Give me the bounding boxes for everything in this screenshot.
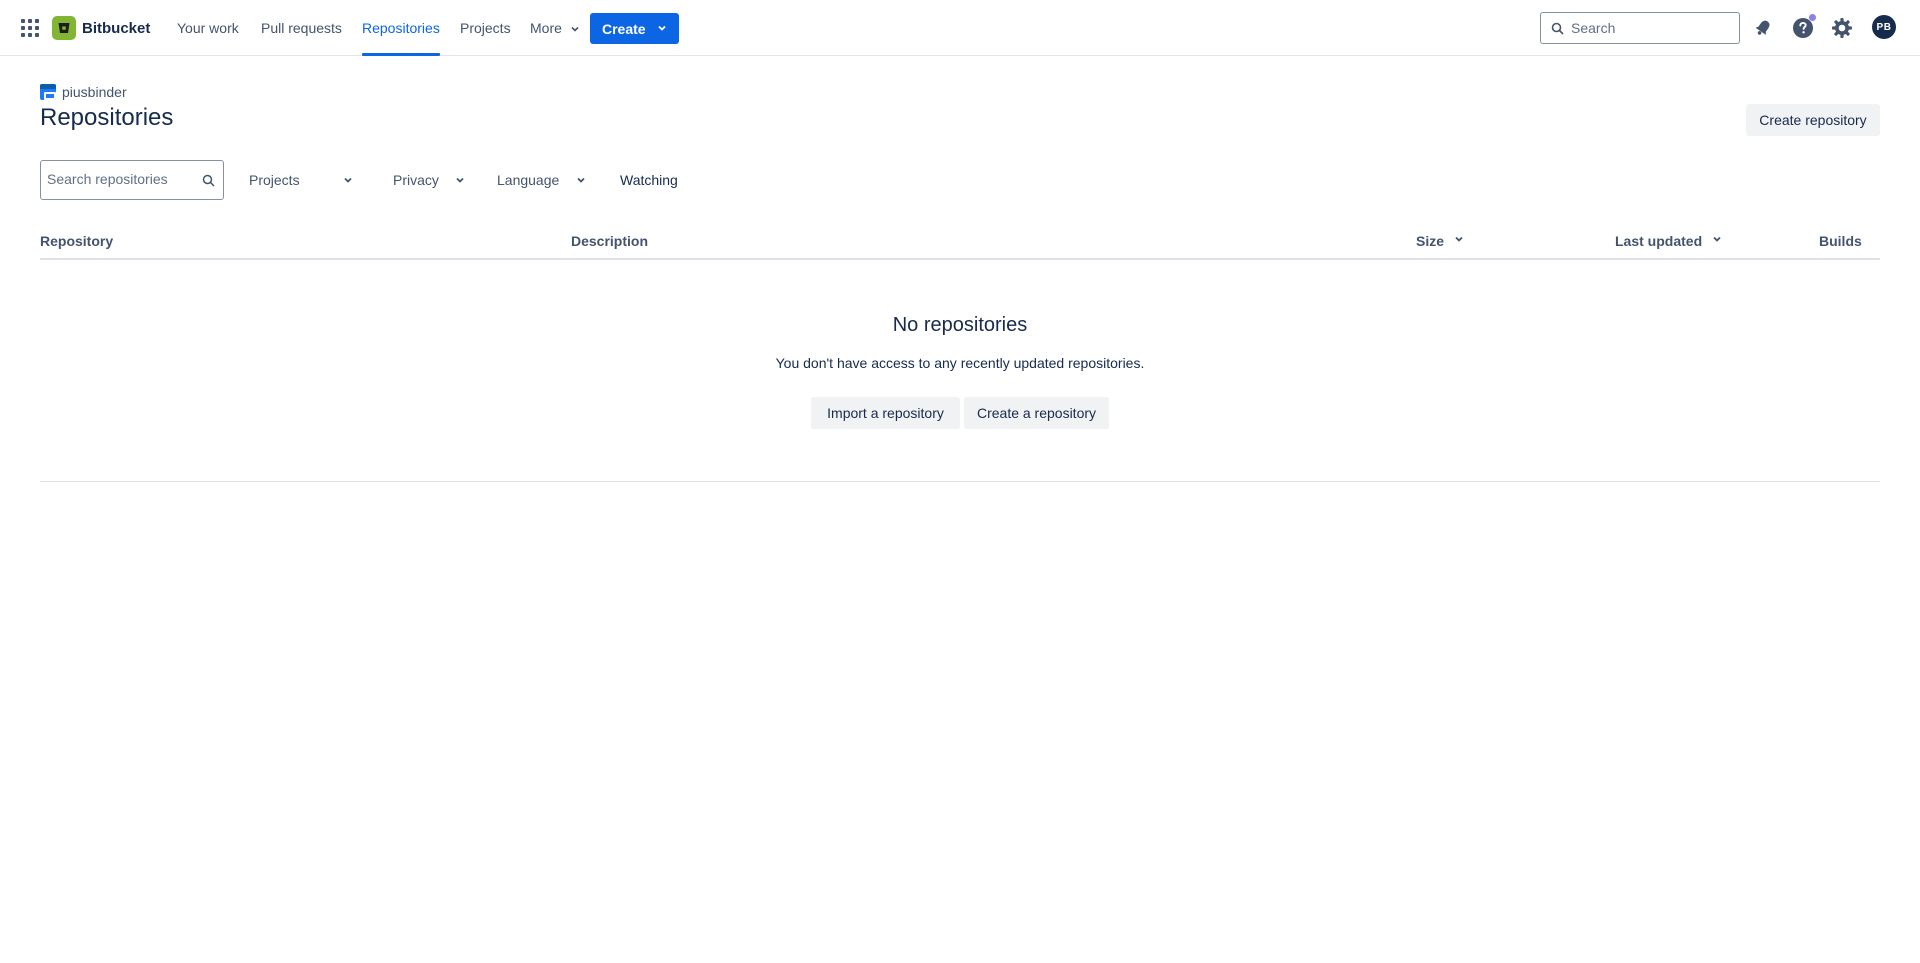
search-icon — [202, 174, 215, 187]
create-button[interactable]: Create — [590, 13, 679, 44]
import-repository-button[interactable]: Import a repository — [811, 397, 960, 429]
nav-repositories[interactable]: Repositories — [362, 0, 440, 56]
chevron-down-icon — [456, 177, 464, 183]
create-button-label: Create — [602, 20, 646, 37]
column-header-repository: Repository — [40, 233, 114, 249]
help-icon[interactable] — [1791, 14, 1816, 40]
repository-search-input[interactable] — [47, 171, 197, 187]
page-title: Repositories — [40, 104, 174, 131]
workspace-icon — [40, 84, 56, 100]
app-switcher-icon[interactable] — [18, 16, 42, 40]
nav-more-label: More — [530, 20, 562, 36]
column-header-size[interactable]: Size — [1416, 233, 1464, 251]
privacy-filter-label: Privacy — [393, 172, 439, 188]
watching-filter-toggle[interactable]: Watching — [620, 160, 678, 200]
projects-filter-label: Projects — [249, 172, 300, 188]
chevron-down-icon — [1455, 236, 1463, 242]
create-repository-button[interactable]: Create repository — [1746, 104, 1880, 136]
notifications-icon[interactable] — [1751, 16, 1775, 40]
workspace-breadcrumb[interactable]: piusbinder — [40, 84, 127, 100]
workspace-name: piusbinder — [62, 84, 127, 100]
nav-pull-requests[interactable]: Pull requests — [261, 0, 342, 56]
privacy-filter-dropdown[interactable]: Privacy — [393, 160, 468, 200]
nav-more[interactable]: More — [530, 0, 580, 56]
top-navigation: Bitbucket Your work Pull requests Reposi… — [0, 0, 1920, 56]
nav-projects[interactable]: Projects — [460, 0, 511, 56]
chevron-down-icon — [577, 177, 585, 183]
global-search-input[interactable] — [1571, 20, 1731, 36]
language-filter-dropdown[interactable]: Language — [497, 160, 589, 200]
create-a-repository-button[interactable]: Create a repository — [964, 397, 1109, 429]
settings-gear-icon[interactable] — [1830, 16, 1854, 40]
column-header-last-updated-label: Last updated — [1615, 233, 1703, 249]
chevron-down-icon — [571, 27, 579, 32]
chevron-down-icon — [344, 177, 352, 183]
user-avatar[interactable]: PB — [1872, 15, 1896, 39]
repository-search[interactable] — [40, 160, 224, 200]
notification-dot — [1809, 14, 1816, 21]
language-filter-label: Language — [497, 172, 560, 188]
brand-name: Bitbucket — [82, 19, 151, 37]
table-header-divider — [40, 258, 1880, 260]
column-header-description: Description — [571, 233, 649, 249]
bitbucket-logo[interactable]: Bitbucket — [52, 16, 150, 40]
column-header-builds: Builds — [1819, 233, 1862, 249]
global-search[interactable] — [1540, 12, 1740, 44]
projects-filter-dropdown[interactable]: Projects — [249, 160, 359, 200]
search-icon — [1551, 22, 1564, 35]
table-bottom-divider — [40, 481, 1880, 482]
empty-state-message: You don't have access to any recently up… — [775, 355, 1145, 371]
nav-your-work[interactable]: Your work — [177, 0, 239, 56]
empty-state-title: No repositories — [892, 314, 1028, 336]
column-header-size-label: Size — [1416, 233, 1445, 249]
column-header-last-updated[interactable]: Last updated — [1615, 233, 1722, 251]
bitbucket-logo-icon — [52, 16, 76, 40]
chevron-down-icon — [658, 25, 666, 31]
chevron-down-icon — [1713, 236, 1721, 242]
